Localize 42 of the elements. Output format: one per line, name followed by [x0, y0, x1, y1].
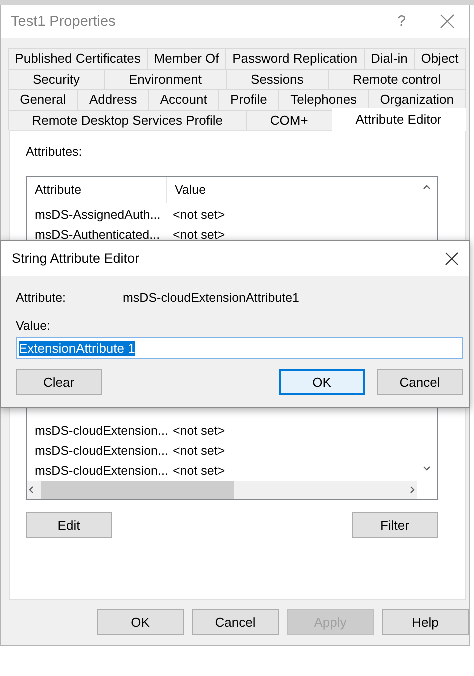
column-header[interactable]: Attribute: [27, 177, 167, 203]
tab[interactable]: Attribute Editor: [332, 108, 466, 130]
dialog-title: String Attribute Editor: [12, 251, 140, 266]
tab[interactable]: Remote Desktop Services Profile: [8, 110, 248, 130]
scroll-down-icon[interactable]: [422, 465, 432, 473]
table-cell-text: msDS-AssignedAuth...: [34, 208, 162, 222]
dialog-button[interactable]: Cancel: [192, 609, 279, 635]
tab[interactable]: Organization: [368, 89, 466, 110]
list-button[interactable]: Filter: [352, 512, 438, 538]
tab[interactable]: Password Replication: [225, 48, 365, 68]
table-cell-text: <not set>: [172, 424, 226, 438]
window-title: Test1 Properties: [11, 14, 117, 30]
list-button[interactable]: Edit: [26, 512, 112, 538]
dialog-button[interactable]: Cancel: [377, 369, 463, 395]
tab[interactable]: Telephones: [278, 89, 370, 110]
dialog-button[interactable]: Help: [382, 609, 469, 635]
scroll-up-icon[interactable]: [422, 183, 432, 191]
attribute-label: Attribute:: [16, 291, 68, 305]
table-cell-text: msDS-Authenticated...: [34, 228, 162, 242]
table-cell-text: msDS-cloudExtension...: [34, 464, 167, 478]
close-icon[interactable]: [445, 252, 459, 266]
attribute-name: msDS-cloudExtensionAttribute1: [123, 291, 300, 305]
scrollbar-thumb[interactable]: [41, 481, 234, 499]
table-cell-text: <not set>: [172, 208, 226, 222]
value-field[interactable]: ExtensionAttribute 1: [16, 337, 463, 359]
help-button[interactable]: ?: [398, 13, 406, 30]
value-label: Value:: [16, 319, 52, 335]
dialog-button[interactable]: OK: [97, 609, 184, 635]
dialog-button[interactable]: OK: [279, 369, 365, 395]
table-cell-text: msDS-cloudExtension...: [34, 444, 167, 458]
table-cell-text: <not set>: [172, 464, 226, 478]
table-cell-text: <not set>: [172, 228, 226, 242]
tab[interactable]: Published Certificates: [8, 48, 148, 68]
table-cell-text: msDS-cloudExtension...: [34, 424, 167, 438]
tab[interactable]: Object: [414, 48, 466, 68]
attributes-label: Attributes:: [26, 145, 84, 161]
tab[interactable]: Security: [8, 68, 105, 89]
dialog-button[interactable]: Clear: [16, 369, 102, 395]
column-header[interactable]: Value: [167, 177, 206, 203]
tab[interactable]: General: [8, 89, 78, 110]
table-cell-text: <not set>: [172, 444, 226, 458]
tab[interactable]: Remote control: [328, 68, 466, 89]
